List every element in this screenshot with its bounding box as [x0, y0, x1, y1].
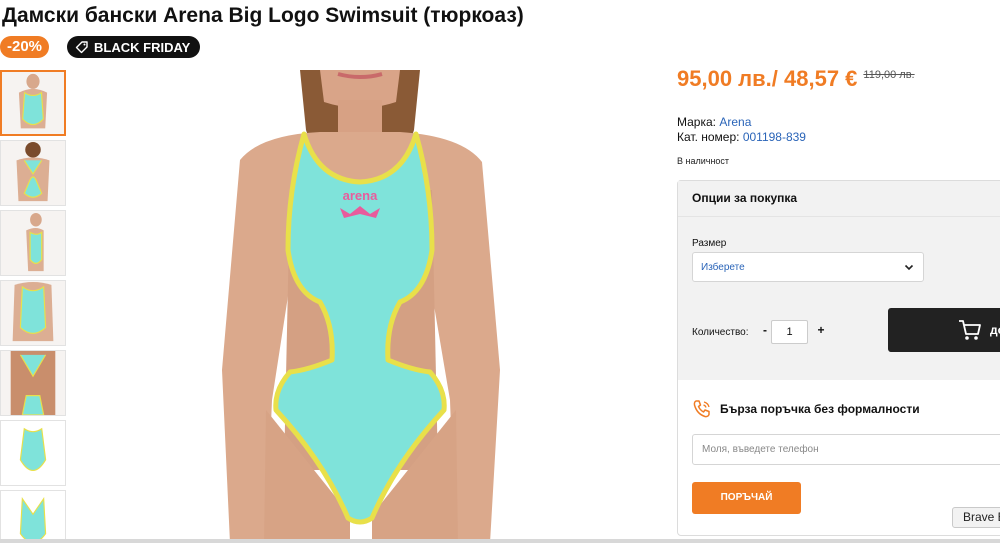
quick-order-title-text: Бърза поръчка без формалности — [720, 402, 920, 416]
quick-order-title: Бърза поръчка без формалности — [692, 399, 920, 419]
add-to-cart-button[interactable]: до — [888, 308, 1000, 352]
thumbnail-gallery — [0, 70, 68, 543]
sku-row: Кат. номер: 001198-839 — [677, 130, 806, 145]
cart-icon — [958, 319, 982, 341]
size-selected-value: Изберете — [701, 261, 745, 273]
purchase-panel-title: Опции за покупка — [678, 181, 1000, 217]
stock-status: В наличност — [677, 156, 730, 166]
product-title: Дамски бански Arena Big Logo Swimsuit (т… — [2, 4, 524, 27]
add-to-cart-label: до — [990, 323, 1000, 337]
price-old: 119,00 лв. — [863, 69, 915, 81]
discount-badge: -20% — [0, 36, 50, 58]
brand-label: Марка: — [677, 115, 716, 129]
price-current: 95,00 лв./ 48,57 € — [677, 66, 858, 91]
quantity-label: Количество: — [692, 327, 749, 338]
brand-link[interactable]: Arena — [719, 115, 751, 129]
brand-row: Марка: Arena — [677, 115, 806, 130]
size-select[interactable]: Изберете — [692, 252, 924, 282]
size-label: Размер — [692, 238, 727, 249]
quantity-decrease-button[interactable]: - — [758, 323, 772, 337]
thumbnail-4[interactable] — [0, 280, 66, 346]
thumbnail-5[interactable] — [0, 350, 66, 416]
svg-text:arena: arena — [343, 188, 378, 203]
purchase-options: Размер Изберете Количество: - 1 + — [678, 217, 1000, 380]
badges-row: -20% BLACK FRIDAY — [0, 36, 201, 58]
thumbnail-3[interactable] — [0, 210, 66, 276]
quick-order-button[interactable]: ПОРЪЧАЙ — [692, 482, 801, 514]
tag-icon — [75, 40, 89, 54]
thumbnail-7[interactable] — [0, 490, 66, 543]
sku-value[interactable]: 001198-839 — [743, 130, 806, 144]
price-block: 95,00 лв./ 48,57 € 119,00 лв. — [677, 66, 915, 92]
product-meta: Марка: Arena Кат. номер: 001198-839 — [677, 115, 806, 145]
black-friday-badge: BLACK FRIDAY — [67, 36, 201, 58]
phone-icon — [692, 399, 712, 419]
main-product-image[interactable]: arena — [200, 70, 520, 543]
browser-tooltip: Brave B — [952, 507, 1000, 528]
purchase-panel: Опции за покупка Размер Изберете Количес… — [677, 180, 1000, 536]
quantity-input[interactable]: 1 — [771, 320, 808, 344]
quantity-increase-button[interactable]: + — [814, 323, 828, 337]
bottom-scrollbar-strip — [0, 539, 1000, 543]
black-friday-label: BLACK FRIDAY — [94, 39, 191, 55]
phone-input[interactable]: Моля, въведете телефон — [692, 434, 1000, 465]
thumbnail-1[interactable] — [0, 70, 66, 136]
chevron-down-icon — [903, 261, 915, 273]
thumbnail-6[interactable] — [0, 420, 66, 486]
thumbnail-2[interactable] — [0, 140, 66, 206]
sku-label: Кат. номер: — [677, 130, 740, 144]
